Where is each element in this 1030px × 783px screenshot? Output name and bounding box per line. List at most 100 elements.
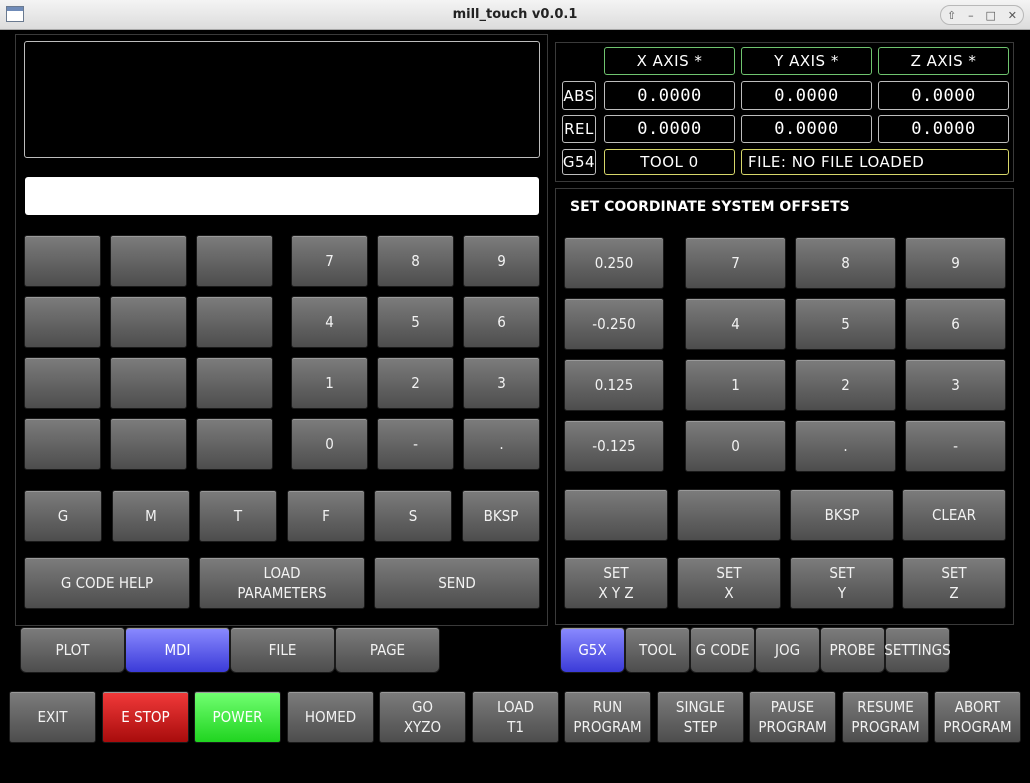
mdi-key-blank[interactable] — [24, 235, 101, 287]
offset-key-7[interactable]: 7 — [685, 237, 786, 289]
offset-increment-minus-0-125-button[interactable]: -0.125 — [564, 420, 664, 472]
window-shade-button[interactable]: ⇧ — [947, 9, 956, 22]
offset-key-dot[interactable]: . — [795, 420, 896, 472]
mdi-key-8[interactable]: 8 — [377, 235, 454, 287]
window-title: mill_touch v0.0.1 — [452, 7, 578, 22]
offset-key-3[interactable]: 3 — [905, 359, 1006, 411]
mdi-key-6[interactable]: 6 — [463, 296, 540, 348]
mdi-word-f-button[interactable]: F — [287, 490, 365, 542]
offset-key-1[interactable]: 1 — [685, 359, 786, 411]
tab-tool[interactable]: TOOL — [625, 627, 690, 673]
mdi-key-0[interactable]: 0 — [291, 418, 368, 470]
set-x-y-z-button[interactable]: SET X Y Z — [564, 557, 668, 609]
dro-rel-x-value: 0.0000 — [604, 115, 735, 143]
mdi-key-blank[interactable] — [24, 418, 101, 470]
mdi-word-t-button[interactable]: T — [199, 490, 277, 542]
dro-abs-x-value: 0.0000 — [604, 81, 735, 110]
load-t1-button[interactable]: LOAD T1 — [472, 691, 559, 743]
mdi-key-blank[interactable] — [196, 418, 273, 470]
mdi-key-blank[interactable] — [110, 296, 187, 348]
dro-abs-y-value: 0.0000 — [741, 81, 872, 110]
mdi-word-m-button[interactable]: M — [112, 490, 190, 542]
offset-edit-blank-button[interactable] — [677, 489, 781, 541]
homed-button[interactable]: HOMED — [287, 691, 374, 743]
mdi-key-blank[interactable] — [110, 357, 187, 409]
mdi-key-blank[interactable] — [196, 235, 273, 287]
mdi-key-2[interactable]: 2 — [377, 357, 454, 409]
mdi-key-4[interactable]: 4 — [291, 296, 368, 348]
mdi-key-blank[interactable] — [196, 357, 273, 409]
offset-edit-bksp-button[interactable]: BKSP — [790, 489, 894, 541]
mdi-key-blank[interactable] — [24, 296, 101, 348]
offset-edit-blank-button[interactable] — [564, 489, 668, 541]
tab-g-code[interactable]: G CODE — [690, 627, 755, 673]
dro-axis-header-z: Z AXIS * — [878, 47, 1009, 75]
dro-tool-display: TOOL 0 — [604, 149, 735, 175]
offset-key-5[interactable]: 5 — [795, 298, 896, 350]
abort-program-button[interactable]: ABORT PROGRAM — [934, 691, 1021, 743]
mdi-key-blank[interactable] — [110, 235, 187, 287]
mdi-key-blank[interactable] — [196, 296, 273, 348]
tab-jog[interactable]: JOG — [755, 627, 820, 673]
mdi-key-blank[interactable] — [24, 357, 101, 409]
mdi-history-display — [24, 41, 540, 158]
offset-key-2[interactable]: 2 — [795, 359, 896, 411]
resume-program-button[interactable]: RESUME PROGRAM — [842, 691, 929, 743]
dro-rel-label: REL — [562, 115, 596, 143]
offset-key-minus[interactable]: - — [905, 420, 1006, 472]
offset-increment-0-250-button[interactable]: 0.250 — [564, 237, 664, 289]
offset-edit-clear-button[interactable]: CLEAR — [902, 489, 1006, 541]
mdi-key-3[interactable]: 3 — [463, 357, 540, 409]
offset-key-4[interactable]: 4 — [685, 298, 786, 350]
offset-key-0[interactable]: 0 — [685, 420, 786, 472]
window-controls: ⇧ – □ ✕ — [940, 5, 1024, 25]
single-step-button[interactable]: SINGLE STEP — [657, 691, 744, 743]
dro-rel-y-value: 0.0000 — [741, 115, 872, 143]
tab-settings[interactable]: SETTINGS — [884, 627, 951, 673]
offset-key-6[interactable]: 6 — [905, 298, 1006, 350]
set-x-button[interactable]: SET X — [677, 557, 781, 609]
set-y-button[interactable]: SET Y — [790, 557, 894, 609]
tab-plot[interactable]: PLOT — [20, 627, 125, 673]
pause-program-button[interactable]: PAUSE PROGRAM — [749, 691, 836, 743]
load-parameters-button[interactable]: LOAD PARAMETERS — [199, 557, 365, 609]
mdi-key-5[interactable]: 5 — [377, 296, 454, 348]
dro-abs-z-value: 0.0000 — [878, 81, 1009, 110]
tab-mdi[interactable]: MDI — [125, 627, 230, 673]
mdi-word-s-button[interactable]: S — [374, 490, 452, 542]
offset-increment-minus-0-250-button[interactable]: -0.250 — [564, 298, 664, 350]
exit-button[interactable]: EXIT — [9, 691, 96, 743]
dro-rel-z-value: 0.0000 — [878, 115, 1009, 143]
tab-probe[interactable]: PROBE — [820, 627, 885, 673]
window-title-bar: mill_touch v0.0.1 ⇧ – □ ✕ — [0, 0, 1030, 30]
g-code-help-button[interactable]: G CODE HELP — [24, 557, 190, 609]
run-program-button[interactable]: RUN PROGRAM — [564, 691, 651, 743]
offset-key-9[interactable]: 9 — [905, 237, 1006, 289]
mdi-key-blank[interactable] — [110, 418, 187, 470]
e-stop-button[interactable]: E STOP — [102, 691, 189, 743]
dro-axis-header-x: X AXIS * — [604, 47, 735, 75]
tab-page[interactable]: PAGE — [335, 627, 440, 673]
mdi-key-minus[interactable]: - — [377, 418, 454, 470]
offset-key-8[interactable]: 8 — [795, 237, 896, 289]
power-button[interactable]: POWER — [194, 691, 281, 743]
mdi-word-g-button[interactable]: G — [24, 490, 102, 542]
go-xyzo-button[interactable]: GO XYZO — [379, 691, 466, 743]
dro-wcs-label: G54 — [562, 149, 596, 175]
window-minimize-button[interactable]: – — [968, 9, 974, 22]
offset-increment-0-125-button[interactable]: 0.125 — [564, 359, 664, 411]
dro-file-display: FILE: NO FILE LOADED — [741, 149, 1009, 175]
mdi-word-bksp-button[interactable]: BKSP — [462, 490, 540, 542]
mdi-key-9[interactable]: 9 — [463, 235, 540, 287]
mdi-command-input[interactable] — [25, 177, 539, 215]
offsets-title: SET COORDINATE SYSTEM OFFSETS — [570, 199, 850, 215]
send-button[interactable]: SEND — [374, 557, 540, 609]
mdi-key-1[interactable]: 1 — [291, 357, 368, 409]
set-z-button[interactable]: SET Z — [902, 557, 1006, 609]
window-close-button[interactable]: ✕ — [1008, 9, 1017, 22]
mdi-key-dot[interactable]: . — [463, 418, 540, 470]
tab-g5x[interactable]: G5X — [560, 627, 625, 673]
tab-file[interactable]: FILE — [230, 627, 335, 673]
window-maximize-button[interactable]: □ — [985, 9, 995, 22]
mdi-key-7[interactable]: 7 — [291, 235, 368, 287]
